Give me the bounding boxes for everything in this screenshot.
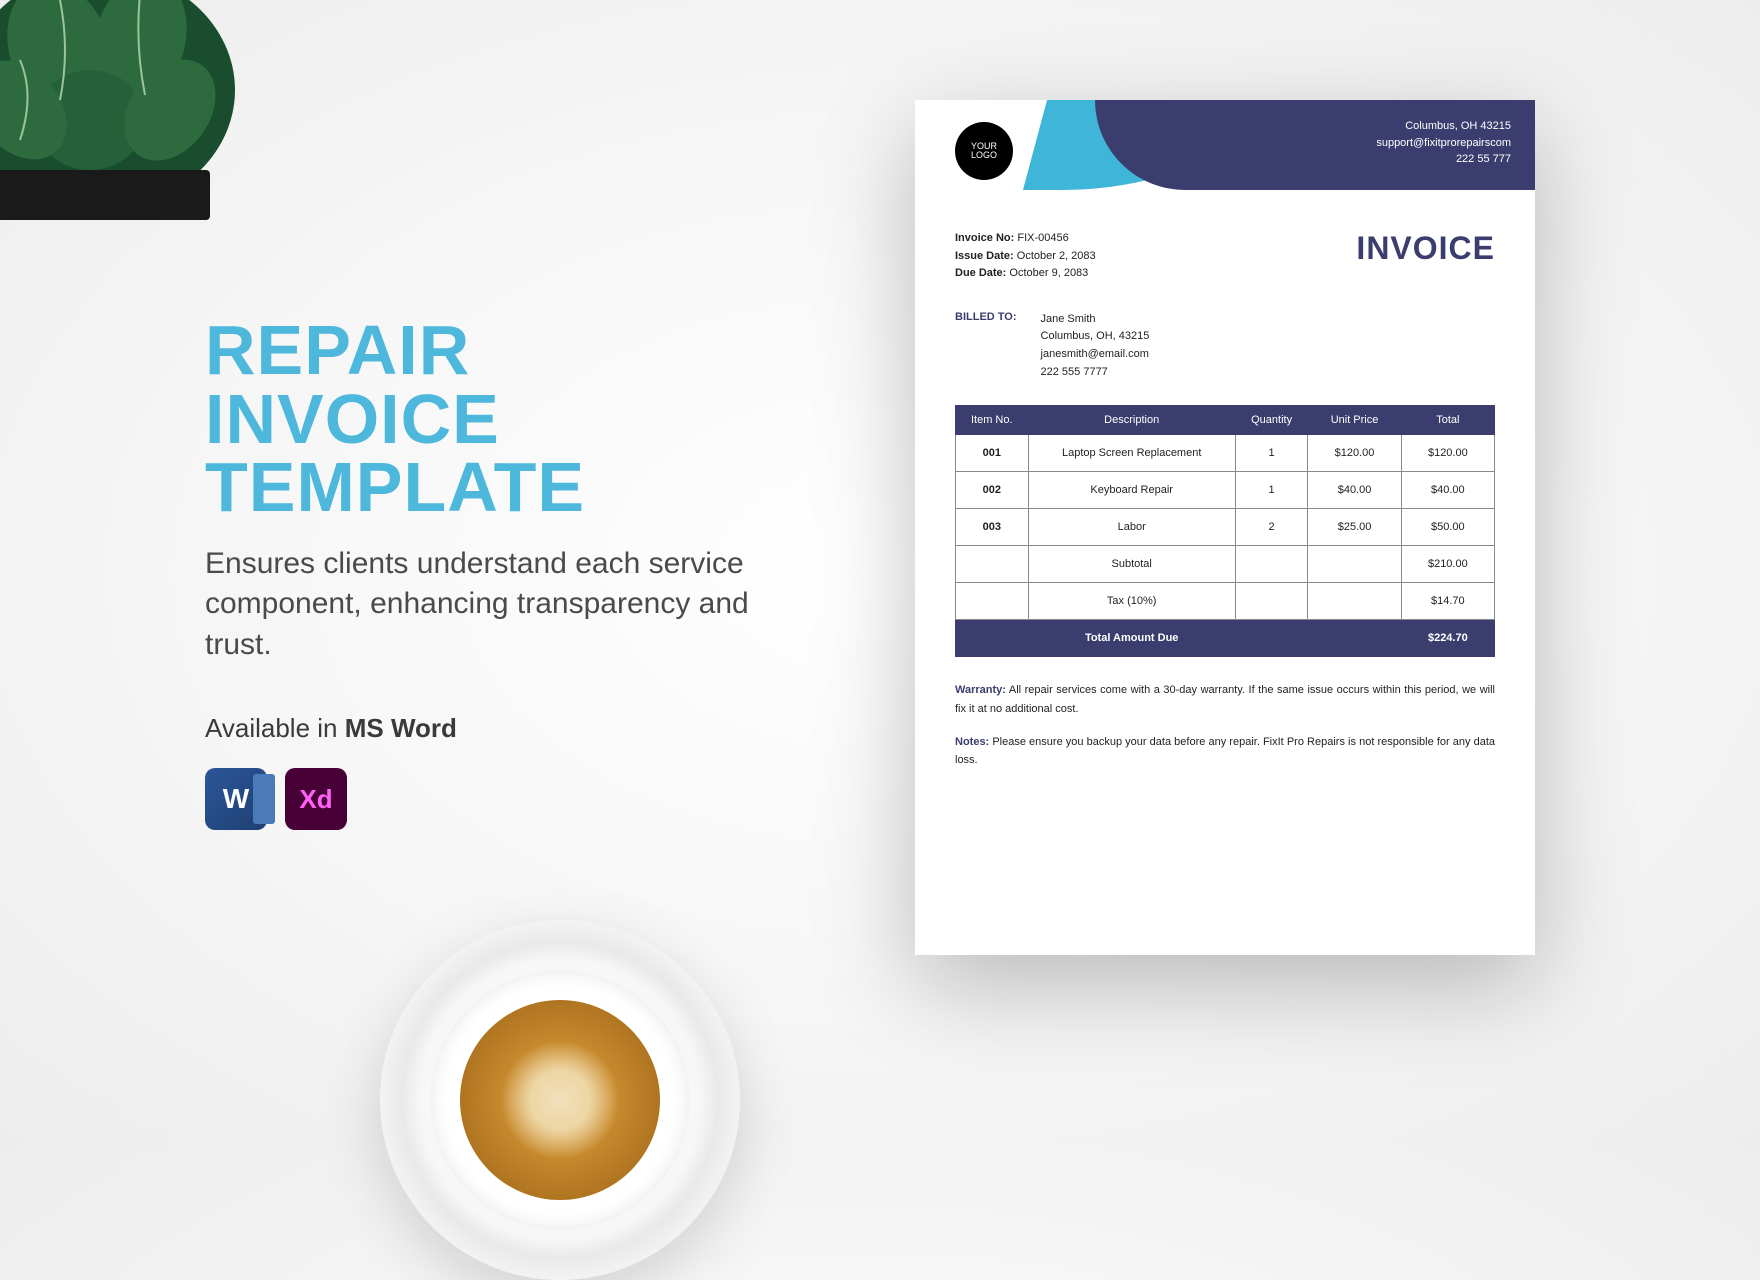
- contact-email: support@fixitprorepairscom: [1376, 135, 1511, 152]
- availability-prefix: Available in: [205, 713, 345, 743]
- title-line-2: INVOICE: [205, 385, 815, 454]
- col-price: Unit Price: [1308, 406, 1401, 435]
- client-email: janesmith@email.com: [1041, 346, 1150, 364]
- adobe-xd-icon: [285, 768, 347, 830]
- notes-text: Please ensure you backup your data befor…: [955, 736, 1495, 767]
- subtotal-label: Subtotal: [1028, 546, 1235, 583]
- subtotal-value: $210.00: [1401, 546, 1494, 583]
- item-qty: 1: [1235, 472, 1308, 509]
- item-desc: Keyboard Repair: [1028, 472, 1235, 509]
- invoice-no: FIX-00456: [1017, 232, 1068, 244]
- promo-block: REPAIR INVOICE TEMPLATE Ensures clients …: [205, 316, 815, 830]
- coffee-cup-decoration: [380, 920, 740, 1280]
- item-desc: Laptop Screen Replacement: [1028, 435, 1235, 472]
- billed-to-label: BILLED TO:: [955, 311, 1017, 381]
- tax-label: Tax (10%): [1028, 583, 1235, 620]
- title-line-3: TEMPLATE: [205, 453, 815, 522]
- ms-word-icon: [205, 768, 267, 830]
- issue-date: October 2, 2083: [1017, 250, 1096, 262]
- total-due-value: $224.70: [1401, 620, 1494, 657]
- due-date-label: Due Date:: [955, 267, 1006, 279]
- plant-decoration: [0, 0, 280, 240]
- availability-text: Available in MS Word: [205, 713, 815, 744]
- logo-text-2: LOGO: [971, 151, 997, 160]
- total-due-row: Total Amount Due $224.70: [956, 620, 1495, 657]
- total-due-label: Total Amount Due: [1028, 620, 1235, 657]
- issue-date-label: Issue Date:: [955, 250, 1014, 262]
- item-desc: Labor: [1028, 509, 1235, 546]
- item-price: $25.00: [1308, 509, 1401, 546]
- notes-label: Notes:: [955, 736, 989, 748]
- contact-phone: 222 55 777: [1376, 151, 1511, 168]
- availability-app: MS Word: [345, 713, 457, 743]
- item-total: $50.00: [1401, 509, 1494, 546]
- table-header-row: Item No. Description Quantity Unit Price…: [956, 406, 1495, 435]
- invoice-document: YOUR LOGO Columbus, OH 43215 support@fix…: [915, 100, 1535, 955]
- col-total: Total: [1401, 406, 1494, 435]
- col-desc: Description: [1028, 406, 1235, 435]
- invoice-title: INVOICE: [1356, 230, 1495, 267]
- client-name: Jane Smith: [1041, 311, 1150, 329]
- template-subtitle: Ensures clients understand each service …: [205, 544, 815, 666]
- table-row: 003 Labor 2 $25.00 $50.00: [956, 509, 1495, 546]
- item-price: $120.00: [1308, 435, 1401, 472]
- company-contact: Columbus, OH 43215 support@fixitprorepai…: [1376, 118, 1511, 168]
- col-item: Item No.: [956, 406, 1029, 435]
- table-row: 001 Laptop Screen Replacement 1 $120.00 …: [956, 435, 1495, 472]
- invoice-no-label: Invoice No:: [955, 232, 1014, 244]
- warranty-text: All repair services come with a 30-day w…: [955, 684, 1495, 715]
- client-address: Columbus, OH, 43215: [1041, 328, 1150, 346]
- invoice-table: Item No. Description Quantity Unit Price…: [955, 405, 1495, 657]
- invoice-footer-notes: Warranty: All repair services come with …: [955, 681, 1495, 770]
- client-phone: 222 555 7777: [1041, 364, 1150, 382]
- tax-row: Tax (10%) $14.70: [956, 583, 1495, 620]
- subtotal-row: Subtotal $210.00: [956, 546, 1495, 583]
- logo-badge: YOUR LOGO: [955, 122, 1013, 180]
- invoice-header: YOUR LOGO Columbus, OH 43215 support@fix…: [915, 100, 1535, 220]
- template-title: REPAIR INVOICE TEMPLATE: [205, 316, 815, 522]
- due-date: October 9, 2083: [1009, 267, 1088, 279]
- invoice-meta: Invoice No: FIX-00456 Issue Date: Octobe…: [955, 230, 1096, 283]
- app-icons-row: [205, 768, 815, 830]
- item-price: $40.00: [1308, 472, 1401, 509]
- item-total: $120.00: [1401, 435, 1494, 472]
- item-qty: 1: [1235, 435, 1308, 472]
- title-line-1: REPAIR: [205, 316, 815, 385]
- item-no: 002: [956, 472, 1029, 509]
- tax-value: $14.70: [1401, 583, 1494, 620]
- col-qty: Quantity: [1235, 406, 1308, 435]
- item-no: 001: [956, 435, 1029, 472]
- item-no: 003: [956, 509, 1029, 546]
- warranty-label: Warranty:: [955, 684, 1006, 696]
- contact-location: Columbus, OH 43215: [1376, 118, 1511, 135]
- table-row: 002 Keyboard Repair 1 $40.00 $40.00: [956, 472, 1495, 509]
- billed-to-details: Jane Smith Columbus, OH, 43215 janesmith…: [1041, 311, 1150, 381]
- item-total: $40.00: [1401, 472, 1494, 509]
- item-qty: 2: [1235, 509, 1308, 546]
